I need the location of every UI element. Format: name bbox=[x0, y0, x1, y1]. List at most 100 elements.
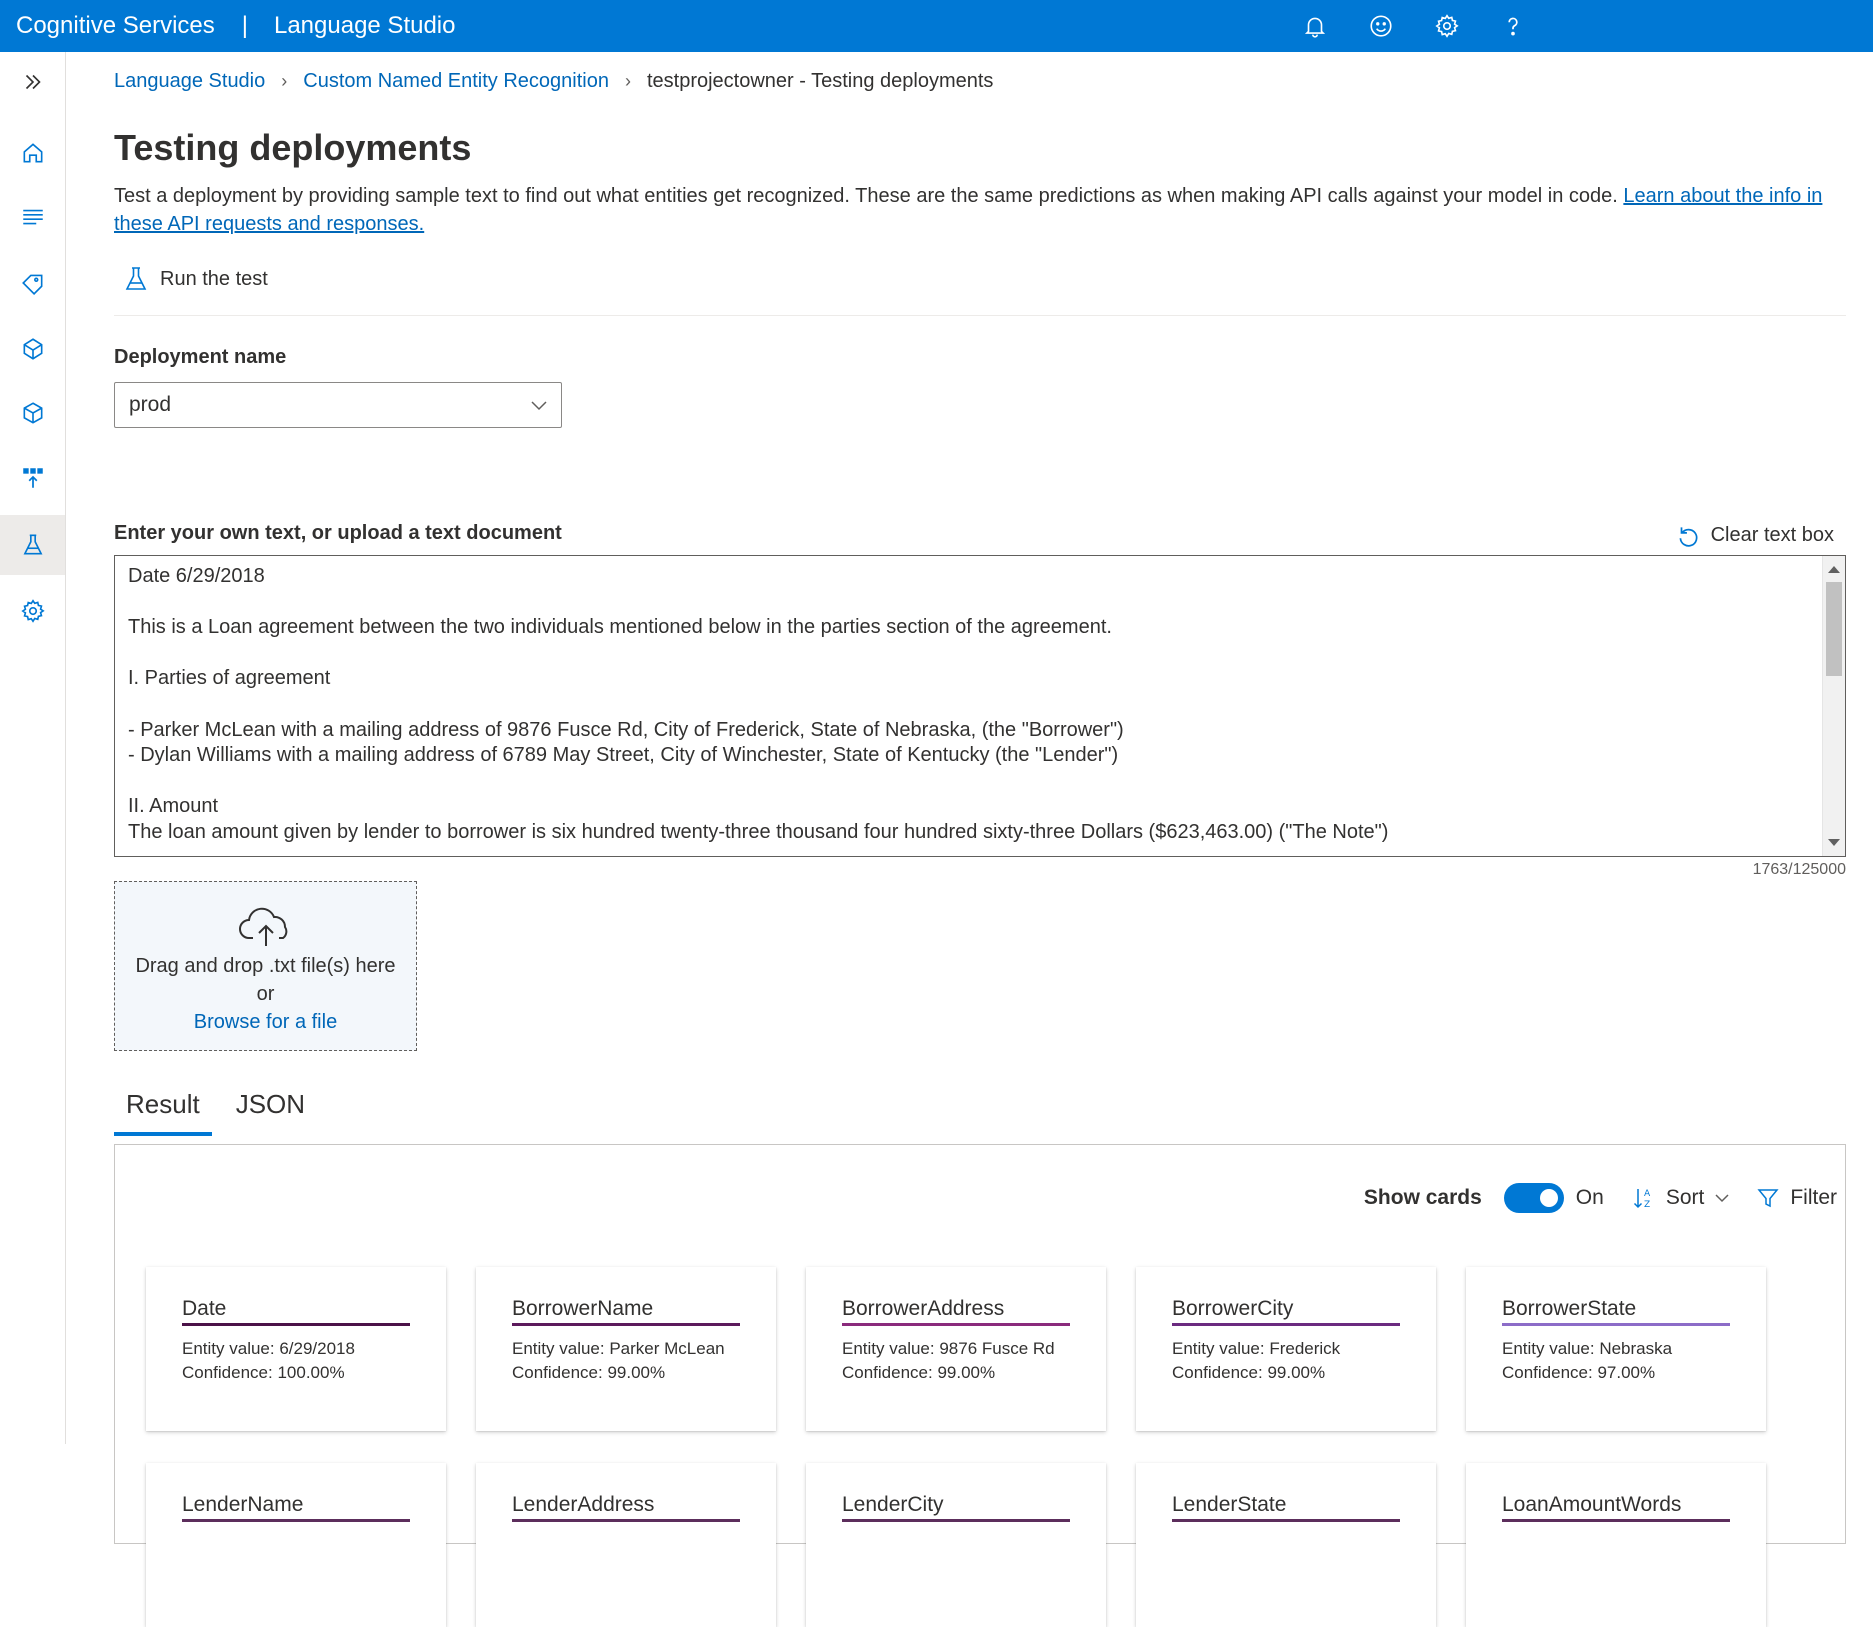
entity-card-loanamountwords[interactable]: LoanAmountWords bbox=[1466, 1463, 1766, 1627]
deployment-selected-value: prod bbox=[129, 393, 172, 416]
settings-button[interactable] bbox=[1414, 0, 1480, 52]
scroll-down-arrow[interactable] bbox=[1828, 839, 1840, 846]
tab-result[interactable]: Result bbox=[114, 1089, 212, 1136]
text-input-content: Date 6/29/2018 This is a Loan agreement b… bbox=[128, 564, 1805, 846]
entity-card-lendercity[interactable]: LenderCity bbox=[806, 1463, 1106, 1627]
chevron-right-icon: › bbox=[624, 71, 631, 91]
scroll-up-arrow[interactable] bbox=[1828, 566, 1840, 573]
expand-nav-button[interactable] bbox=[0, 52, 65, 112]
nav-testing[interactable] bbox=[0, 515, 65, 575]
entity-card-date[interactable]: Date Entity value: 6/29/2018 Confidence:… bbox=[146, 1267, 446, 1431]
text-input-line: The loan amount given by lender to borro… bbox=[128, 820, 1389, 843]
card-entity-name: BorrowerAddress bbox=[842, 1297, 1070, 1326]
text-input-line bbox=[128, 769, 1805, 795]
card-entity-name: BorrowerCity bbox=[1172, 1297, 1400, 1326]
card-confidence: Confidence: 99.00% bbox=[842, 1363, 996, 1382]
nav-settings[interactable] bbox=[0, 581, 65, 641]
card-confidence: Confidence: 97.00% bbox=[1502, 1363, 1656, 1382]
filter-button[interactable]: Filter bbox=[1756, 1186, 1837, 1210]
run-test-button[interactable]: Run the test bbox=[124, 266, 268, 292]
top-icons bbox=[1282, 0, 1546, 52]
double-chevron-right-icon bbox=[25, 74, 41, 90]
product-name[interactable]: Cognitive Services bbox=[16, 12, 215, 40]
bell-icon bbox=[1304, 17, 1326, 38]
entity-card-borrowername[interactable]: BorrowerName Entity value: Parker McLean… bbox=[476, 1267, 776, 1431]
entity-card-lendername[interactable]: LenderName bbox=[146, 1463, 446, 1627]
page-description: Test a deployment by providing sample te… bbox=[114, 182, 1846, 238]
text-input-line bbox=[128, 590, 1805, 616]
app-name[interactable]: Language Studio bbox=[274, 12, 456, 40]
undo-icon bbox=[1679, 527, 1698, 547]
scroll-thumb[interactable] bbox=[1826, 582, 1842, 676]
text-area-scrollbar[interactable] bbox=[1822, 556, 1845, 856]
character-count: 1763/125000 bbox=[1752, 861, 1846, 878]
page-title: Testing deployments bbox=[114, 127, 472, 168]
deployment-name-label: Deployment name bbox=[114, 346, 287, 368]
entity-card-lenderaddress[interactable]: LenderAddress bbox=[476, 1463, 776, 1627]
text-input-line bbox=[128, 641, 1805, 667]
text-input-line bbox=[128, 692, 1805, 718]
flask-icon bbox=[23, 534, 42, 555]
breadcrumb-custom-ner[interactable]: Custom Named Entity Recognition bbox=[303, 70, 609, 93]
nav-home[interactable] bbox=[0, 123, 65, 183]
text-input-label: Enter your own text, or upload a text do… bbox=[114, 522, 562, 544]
card-entity-value: Entity value: Parker McLean bbox=[512, 1339, 725, 1358]
nav-labeling[interactable] bbox=[0, 253, 65, 313]
text-input-line: I. Parties of agreement bbox=[128, 667, 331, 690]
card-entity-name: BorrowerName bbox=[512, 1297, 740, 1326]
run-test-label: Run the test bbox=[160, 267, 268, 290]
browse-file-link[interactable]: Browse for a file bbox=[194, 1008, 337, 1036]
filter-icon bbox=[1757, 1189, 1779, 1208]
card-confidence: Confidence: 100.00% bbox=[182, 1363, 345, 1382]
card-entity-name: LenderCity bbox=[842, 1493, 1070, 1522]
cloud-upload-icon bbox=[238, 907, 287, 946]
brand: Cognitive Services | Language Studio bbox=[16, 12, 455, 40]
result-tabs: Result JSON bbox=[114, 1089, 329, 1136]
divider bbox=[114, 315, 1846, 316]
text-input-area[interactable]: Date 6/29/2018 This is a Loan agreement b… bbox=[114, 555, 1846, 857]
sort-icon: AZ bbox=[1633, 1189, 1651, 1210]
svg-text:A: A bbox=[1644, 1189, 1651, 1199]
entity-card-borrowercity[interactable]: BorrowerCity Entity value: Frederick Con… bbox=[1136, 1267, 1436, 1431]
left-nav bbox=[0, 52, 66, 1444]
deploy-icon bbox=[22, 468, 43, 488]
chevron-down-icon bbox=[531, 401, 547, 411]
tag-icon bbox=[21, 274, 42, 295]
help-button[interactable] bbox=[1480, 0, 1546, 52]
dropzone-or: or bbox=[256, 983, 275, 1005]
top-bar: Cognitive Services | Language Studio bbox=[0, 0, 1873, 52]
card-entity-value: Entity value: Frederick bbox=[1172, 1339, 1341, 1358]
feedback-button[interactable] bbox=[1348, 0, 1414, 52]
filter-label: Filter bbox=[1790, 1186, 1837, 1209]
notifications-button[interactable] bbox=[1282, 0, 1348, 52]
result-panel: Show cards On AZ Sort Filter Date Entity… bbox=[114, 1144, 1846, 1627]
clear-text-box-button[interactable]: Clear text box bbox=[1675, 522, 1834, 548]
sort-button[interactable]: AZ Sort bbox=[1632, 1186, 1731, 1210]
show-cards-toggle[interactable] bbox=[1503, 1183, 1564, 1213]
text-input-line: Date 6/29/2018 bbox=[128, 565, 265, 587]
brain-icon bbox=[23, 338, 42, 360]
file-dropzone[interactable]: Drag and drop .txt file(s) here or Brows… bbox=[114, 881, 417, 1051]
result-toolbar: Show cards On AZ Sort Filter bbox=[1364, 1183, 1837, 1213]
entity-card-lenderstate[interactable]: LenderState bbox=[1136, 1463, 1436, 1627]
nav-models[interactable] bbox=[0, 383, 65, 443]
card-entity-name: LenderAddress bbox=[512, 1493, 740, 1522]
nav-data[interactable] bbox=[0, 187, 65, 247]
text-input-line: - Parker McLean with a mailing address o… bbox=[128, 718, 1124, 741]
text-lines-icon bbox=[22, 209, 43, 225]
card-entity-name: LenderName bbox=[182, 1493, 410, 1522]
deployment-dropdown[interactable]: prod bbox=[114, 382, 562, 428]
tab-json[interactable]: JSON bbox=[224, 1089, 317, 1136]
help-icon bbox=[1508, 17, 1518, 36]
card-entity-value: Entity value: 6/29/2018 bbox=[182, 1339, 355, 1358]
toggle-state-label: On bbox=[1575, 1186, 1604, 1209]
brand-separator: | bbox=[241, 12, 248, 39]
entity-card-borroweraddress[interactable]: BorrowerAddress Entity value: 9876 Fusce… bbox=[806, 1267, 1106, 1431]
card-entity-value: Entity value: Nebraska bbox=[1502, 1339, 1673, 1358]
nav-training[interactable] bbox=[0, 319, 65, 379]
text-input-line: This is a Loan agreement between the two… bbox=[128, 616, 1112, 639]
nav-deploy[interactable] bbox=[0, 448, 65, 508]
entity-card-borrowerstate[interactable]: BorrowerState Entity value: Nebraska Con… bbox=[1466, 1267, 1766, 1431]
breadcrumb-language-studio[interactable]: Language Studio bbox=[114, 70, 265, 93]
sort-label: Sort bbox=[1665, 1186, 1705, 1209]
